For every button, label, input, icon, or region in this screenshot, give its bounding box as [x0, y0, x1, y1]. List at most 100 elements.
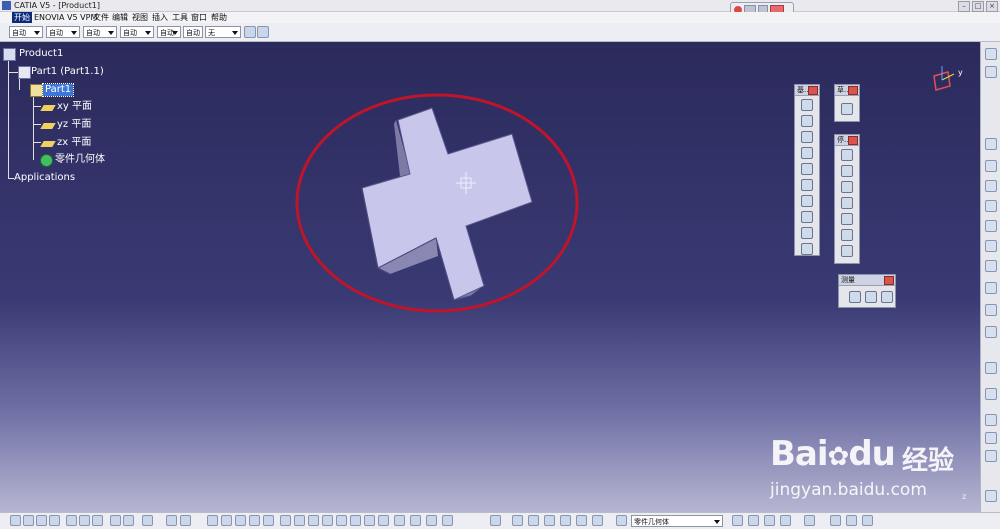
cut-icon[interactable]	[66, 515, 77, 526]
compass-icon[interactable]	[924, 62, 960, 98]
tools-icon[interactable]	[985, 282, 997, 294]
measure-between-icon[interactable]	[849, 291, 861, 303]
work-object-combo[interactable]: 零件几何体	[631, 515, 723, 527]
properties-icon[interactable]	[257, 26, 269, 38]
point-symbol-combo[interactable]: 自动	[157, 26, 181, 38]
remove-face-icon[interactable]	[841, 245, 853, 257]
part-instance-icon[interactable]	[18, 66, 31, 79]
pocket-icon[interactable]	[801, 115, 813, 127]
thickness-icon[interactable]	[841, 213, 853, 225]
menu-edit[interactable]: 编辑	[112, 12, 128, 23]
photo-studio-icon[interactable]	[748, 515, 759, 526]
surface-icon[interactable]	[985, 160, 997, 172]
macro-icon[interactable]	[207, 515, 218, 526]
comment-icon[interactable]	[180, 515, 191, 526]
zoom-in-icon[interactable]	[336, 515, 347, 526]
tree-node-yz-plane[interactable]: yz 平面	[57, 119, 91, 131]
swap-space-icon[interactable]	[442, 515, 453, 526]
tree-node-part[interactable]: Part1	[41, 83, 75, 97]
close-button[interactable]: ×	[986, 1, 998, 12]
clash-icon[interactable]	[862, 515, 873, 526]
workbench-icon[interactable]	[985, 48, 997, 60]
pan-icon[interactable]	[308, 515, 319, 526]
panel-close-button[interactable]	[884, 276, 894, 285]
tree-node-body[interactable]: 零件几何体	[55, 154, 105, 166]
scale-icon[interactable]	[985, 240, 997, 252]
save-icon[interactable]	[36, 515, 47, 526]
annotation-icon[interactable]	[985, 304, 997, 316]
material-icon[interactable]	[732, 515, 743, 526]
tree-node-zx-plane[interactable]: zx 平面	[57, 137, 91, 149]
light-icon[interactable]	[780, 515, 791, 526]
tree-node-xy-plane[interactable]: xy 平面	[57, 101, 92, 113]
3d-viewport[interactable]: y z Product1 Part1 (Part1.1) Part1 xy 平面…	[0, 42, 980, 512]
menu-tools[interactable]: 工具	[172, 12, 188, 23]
pad-icon[interactable]	[985, 138, 997, 150]
paste-icon[interactable]	[92, 515, 103, 526]
hide-show-icon[interactable]	[426, 515, 437, 526]
panel-close-button[interactable]	[848, 136, 858, 145]
menu-view[interactable]: 视图	[132, 12, 148, 23]
constraint-display-icon[interactable]	[560, 515, 571, 526]
stiffener-icon[interactable]	[801, 211, 813, 223]
measure-icon[interactable]	[512, 515, 523, 526]
removed-multi-section-icon[interactable]	[801, 243, 813, 255]
rib-icon[interactable]	[801, 179, 813, 191]
slot-icon[interactable]	[801, 195, 813, 207]
axis-icon[interactable]	[528, 515, 539, 526]
update-all-icon[interactable]	[263, 515, 274, 526]
shaft-icon[interactable]	[801, 131, 813, 143]
menu-start[interactable]: 开始	[12, 12, 32, 23]
zoom-out-icon[interactable]	[350, 515, 361, 526]
copy-icon[interactable]	[79, 515, 90, 526]
menu-enovia[interactable]: ENOVIA V5 VPM	[34, 12, 97, 23]
part-icon[interactable]	[30, 84, 43, 97]
analysis-icon[interactable]	[985, 326, 997, 338]
catalog-browser-icon[interactable]	[221, 515, 232, 526]
sketch-icon[interactable]	[985, 66, 997, 78]
transparency-combo[interactable]: 自动	[46, 26, 80, 38]
normal-view-icon[interactable]	[364, 515, 375, 526]
multi-view-icon[interactable]	[378, 515, 389, 526]
fly-mode-icon[interactable]	[280, 515, 291, 526]
multi-section-solid-icon[interactable]	[801, 227, 813, 239]
brush-icon[interactable]	[804, 515, 815, 526]
tree-node-part-instance[interactable]: Part1 (Part1.1)	[31, 66, 104, 78]
thread-icon[interactable]	[841, 229, 853, 241]
grid-icon[interactable]	[544, 515, 555, 526]
shading-icon[interactable]	[410, 515, 421, 526]
apply-material-icon[interactable]	[985, 414, 997, 426]
product-icon[interactable]	[3, 48, 16, 61]
tree-node-product[interactable]: Product1	[19, 48, 63, 60]
sketch-icon[interactable]	[841, 103, 853, 115]
catalog-icon[interactable]	[985, 450, 997, 462]
chamfer-icon[interactable]	[841, 165, 853, 177]
menu-insert[interactable]: 插入	[152, 12, 168, 23]
measure-item-icon[interactable]	[865, 291, 877, 303]
rendering-style-combo[interactable]: 自动	[183, 26, 203, 38]
knowledge-icon[interactable]	[235, 515, 246, 526]
print-icon[interactable]	[49, 515, 60, 526]
menu-help[interactable]: 帮助	[211, 12, 227, 23]
painter-icon[interactable]	[244, 26, 256, 38]
hole-icon[interactable]	[801, 163, 813, 175]
panel-close-button[interactable]	[808, 86, 818, 95]
camera-icon[interactable]	[490, 515, 501, 526]
update-icon[interactable]	[249, 515, 260, 526]
boolean-icon[interactable]	[985, 180, 997, 192]
plane-icon[interactable]	[985, 388, 997, 400]
formula-icon[interactable]	[166, 515, 177, 526]
define-work-object-icon[interactable]	[616, 515, 627, 526]
rotate-icon[interactable]	[322, 515, 333, 526]
layer-combo[interactable]: 无	[205, 26, 241, 38]
ruler-icon[interactable]	[830, 515, 841, 526]
minimize-button[interactable]: –	[958, 1, 970, 12]
line-type-combo[interactable]: 自动	[120, 26, 154, 38]
fit-all-icon[interactable]	[294, 515, 305, 526]
color-combo[interactable]: 自动	[9, 26, 43, 38]
section-icon[interactable]	[846, 515, 857, 526]
pad-icon[interactable]	[801, 99, 813, 111]
snap-icon[interactable]	[576, 515, 587, 526]
draft-icon[interactable]	[841, 181, 853, 193]
measure-inertia-icon[interactable]	[881, 291, 893, 303]
